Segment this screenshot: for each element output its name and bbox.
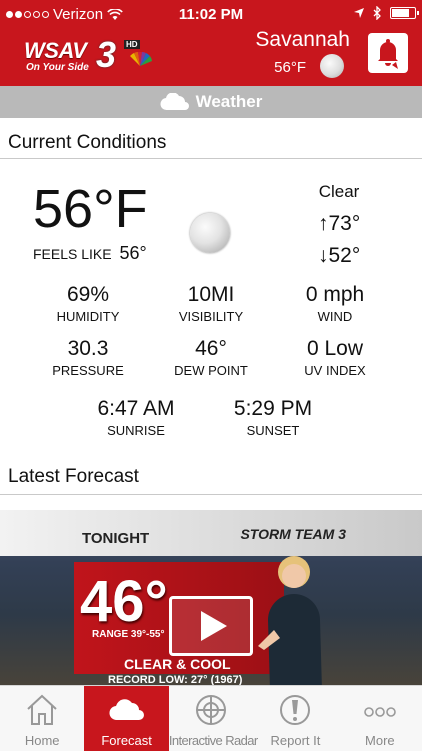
feels-like-value: 56° [119,243,147,263]
header-temperature: 56°F [274,59,306,76]
stat-value: 10MI [187,283,235,306]
bell-icon [378,39,398,69]
logo-slogan: On Your Side [26,62,89,73]
radar-icon [196,695,227,725]
tab-interactive-radar[interactable]: Interactive Radar [168,686,258,751]
tab-label: Forecast [101,733,152,748]
stat-value: 0 mph [305,283,365,306]
logo-hd-badge: HD [124,40,140,49]
stat-pressure: 30.3 PRESSURE [28,337,148,378]
location-city[interactable]: Savannah [255,28,350,52]
weather-bar-label: Weather [195,92,263,111]
sunset-label: SUNSET [246,423,300,438]
divider [0,158,422,159]
bluetooth-icon [373,6,381,20]
sunrise-time: 6:47 AM [97,397,175,420]
condition-text: Clear [318,182,360,201]
stat-label: WIND [317,309,353,324]
tab-more[interactable]: More [338,686,422,751]
cloud-icon [160,93,189,111]
tab-forecast[interactable]: Forecast [84,686,169,751]
video-condition: CLEAR & COOL [124,656,231,672]
tab-label: Home [24,733,60,748]
stat-visibility: 10MI VISIBILITY [151,283,271,324]
sunset: 5:29 PM SUNSET [213,397,333,438]
location-arrow-icon [354,8,364,18]
peacock-icon [130,52,152,66]
current-temperature: 56°F [33,179,148,239]
more-dots-icon [364,707,396,717]
tab-label: Interactive Radar [168,733,258,748]
moon-icon [190,213,230,253]
weather-alerts-button[interactable] [368,33,408,73]
video-heading: TONIGHT [82,530,150,547]
feels-like-label: FEELS LIKE [33,246,112,262]
stat-value: 30.3 [67,337,109,360]
stat-dew-point: 46° DEW POINT [151,337,271,378]
video-brand: STORM TEAM 3 [240,526,346,542]
tab-report-it[interactable]: Report It [253,686,337,751]
video-temperature: 46° [80,569,168,634]
stat-wind: 0 mph WIND [275,283,395,324]
battery-level [392,9,409,17]
latest-forecast-title: Latest Forecast [8,466,139,487]
station-logo[interactable]: WSAV On Your Side 3 HD [24,34,154,75]
battery-icon [390,7,419,19]
video-header-band [0,510,422,556]
tab-bar: Home Forecast Interactive Radar Report I… [0,685,422,751]
play-icon[interactable] [169,596,253,656]
sunrise: 6:47 AM SUNRISE [76,397,196,438]
video-record: RECORD LOW: 27° (1967) [108,674,243,685]
stat-value: 0 Low [306,337,364,360]
house-icon [27,694,57,725]
stat-label: UV INDEX [304,363,366,378]
stat-label: HUMIDITY [56,309,120,324]
sunrise-label: SUNRISE [107,423,165,438]
stat-label: VISIBILITY [178,309,244,324]
cloud-icon [109,699,144,721]
weather-section-bar: Weather [0,86,422,118]
status-bar: Verizon 11:02 PM [0,0,422,30]
exclamation-icon [280,695,311,725]
high-temp: ↑73° [318,212,361,235]
app-header: WSAV On Your Side 3 HD Savannah 56°F [0,28,422,86]
current-conditions-title: Current Conditions [8,132,167,153]
low-temp: ↓52° [318,244,361,267]
feels-like: FEELS LIKE 56° [33,243,147,264]
status-right [353,6,419,20]
stat-label: PRESSURE [52,363,124,378]
tab-label: Report It [270,733,321,748]
tab-home[interactable]: Home [0,686,84,751]
stat-value: 46° [195,337,227,360]
stat-value: 69% [66,283,110,306]
divider [0,494,422,495]
stat-label: DEW POINT [174,363,248,378]
logo-number: 3 [96,34,117,75]
video-range: RANGE 39°-55° [92,629,165,640]
stat-uv-index: 0 Low UV INDEX [275,337,395,378]
stat-humidity: 69% HUMIDITY [28,283,148,324]
meteorologist-figure [258,556,322,685]
tab-label: More [365,733,395,748]
sunset-time: 5:29 PM [233,397,313,420]
logo-wordmark: WSAV [24,38,87,63]
full-moon-icon [320,54,344,78]
